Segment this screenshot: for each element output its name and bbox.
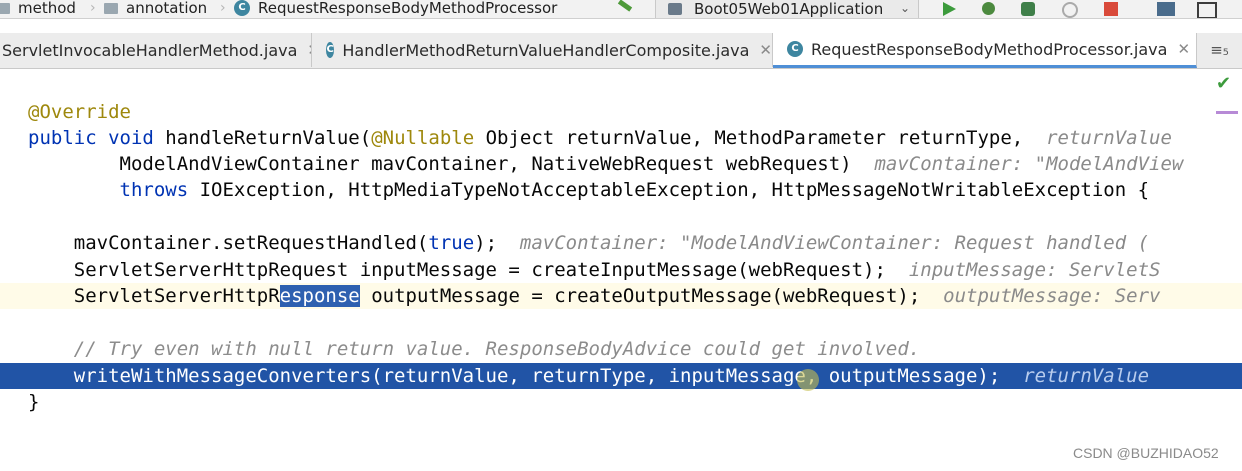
debug-icon[interactable]	[978, 0, 1000, 18]
code-annotation: @Nullable	[371, 127, 475, 149]
tab-label: HandlerMethodReturnValueHandlerComposite…	[342, 40, 750, 60]
code-text: ModelAndViewContainer mavContainer, Nati…	[28, 153, 852, 175]
code-keyword: throws	[119, 179, 189, 201]
chevron-down-icon: ⌄	[899, 1, 910, 15]
tab-request-response-body-method-processor[interactable]: C RequestResponseBodyMethodProcessor.jav…	[773, 33, 1197, 68]
breadcrumb-label: annotation	[126, 0, 208, 17]
close-icon[interactable]: ✕	[759, 41, 772, 59]
inline-debug-hint: mavContainer: "ModelAndViewContainer: Re…	[497, 232, 1150, 254]
build-hammer-icon[interactable]	[614, 0, 636, 18]
code-line: }	[0, 389, 1242, 415]
run-config-label: Boot05Web01Application	[694, 0, 884, 18]
code-editor[interactable]: ✔ @Override public void handleReturnValu…	[0, 69, 1242, 471]
tab-label: RequestResponseBodyMethodProcessor.java	[811, 39, 1168, 59]
checkmark-icon: ✔	[1216, 73, 1232, 94]
editor-tab-bar: ServletInvocableHandlerMethod.java ✕ C H…	[0, 33, 1242, 69]
breadcrumb-label: method	[18, 0, 76, 17]
code-keyword: true	[428, 232, 475, 254]
code-line: public void handleReturnValue(@Nullable …	[0, 125, 1242, 151]
code-text: }	[28, 391, 40, 413]
code-comment: // Try even with null return value. Resp…	[28, 338, 921, 360]
code-text: IOException, HttpMediaTypeNotAcceptableE…	[188, 179, 1150, 201]
chevron-right-icon: ›	[90, 0, 96, 16]
code-text: );	[474, 232, 498, 254]
code-text: mavContainer.setRequestHandled(	[28, 232, 429, 254]
code-text: ServletServerHttpR	[28, 285, 280, 307]
code-line: ServletServerHttpRequest inputMessage = …	[0, 257, 1242, 283]
code-text: writeWithMessageConverters(returnValue, …	[28, 365, 1001, 387]
breadcrumb-item-method[interactable]: method	[0, 0, 76, 18]
code-line: mavContainer.setRequestHandled(true); ma…	[0, 230, 1242, 256]
inline-debug-hint: mavContainer: "ModelAndView	[851, 153, 1184, 175]
profile-icon[interactable]	[1058, 0, 1080, 18]
breadcrumb-label: RequestResponseBodyMethodProcessor	[258, 0, 558, 17]
folder-icon	[0, 2, 10, 14]
breadcrumb-item-class[interactable]: C RequestResponseBodyMethodProcessor	[234, 0, 557, 18]
navigation-bar: method › annotation › C RequestResponseB…	[0, 0, 1242, 19]
code-line: // Try even with null return value. Resp…	[0, 336, 1242, 362]
code-text: outputMessage = createOutputMessage(webR…	[359, 285, 921, 307]
tab-overflow-menu-icon[interactable]: ≡₅	[1197, 33, 1242, 67]
code-text: handleReturnValue(	[153, 127, 372, 149]
chevron-right-icon: ›	[220, 0, 226, 16]
code-line: @Override	[0, 99, 1242, 125]
text-selection[interactable]: esponse	[279, 285, 360, 307]
run-configuration-select[interactable]: Boot05Web01Application ⌄	[655, 0, 919, 18]
inline-debug-hint: inputMessage: ServletS	[885, 259, 1161, 281]
inline-debug-hint: returnValue	[1000, 365, 1150, 387]
inline-debug-hint: outputMessage: Serv	[920, 285, 1161, 307]
code-line: ModelAndViewContainer mavContainer, Nati…	[0, 151, 1242, 177]
watermark: CSDN @BUZHIDAO52	[1073, 445, 1219, 461]
code-keyword: public void	[28, 127, 154, 149]
code-text: ServletServerHttpRequest inputMessage = …	[28, 259, 886, 281]
mouse-cursor-highlight	[797, 369, 819, 391]
close-icon[interactable]: ✕	[1177, 40, 1190, 58]
tab-label: ServletInvocableHandlerMethod.java	[2, 40, 298, 60]
code-text: Object returnValue, MethodParameter retu…	[474, 127, 1024, 149]
application-icon	[668, 3, 682, 15]
tab-overflow-label: ≡₅	[1210, 41, 1229, 59]
run-icon[interactable]	[938, 0, 960, 18]
coverage-icon[interactable]	[1018, 0, 1040, 18]
breadcrumb-item-annotation[interactable]: annotation	[104, 0, 207, 18]
inline-debug-hint: returnValue	[1023, 127, 1172, 149]
folder-icon	[104, 2, 118, 14]
code-line: throws IOException, HttpMediaTypeNotAcce…	[0, 177, 1242, 203]
code-annotation: @Override	[28, 101, 131, 123]
terminal-icon[interactable]	[1195, 0, 1217, 18]
code-line-current: ServletServerHttpResponse outputMessage …	[0, 283, 1242, 309]
class-icon: C	[787, 41, 803, 57]
tab-handler-method-return-value-handler-composite[interactable]: C HandlerMethodReturnValueHandlerComposi…	[312, 33, 773, 67]
code-line-execution-point: writeWithMessageConverters(returnValue, …	[0, 363, 1242, 389]
stop-icon[interactable]	[1100, 0, 1122, 18]
class-icon: C	[234, 0, 250, 16]
tab-servlet-invocable-handler-method[interactable]: ServletInvocableHandlerMethod.java ✕	[0, 33, 312, 67]
class-icon: C	[326, 42, 335, 58]
project-structure-icon[interactable]	[1155, 0, 1177, 18]
